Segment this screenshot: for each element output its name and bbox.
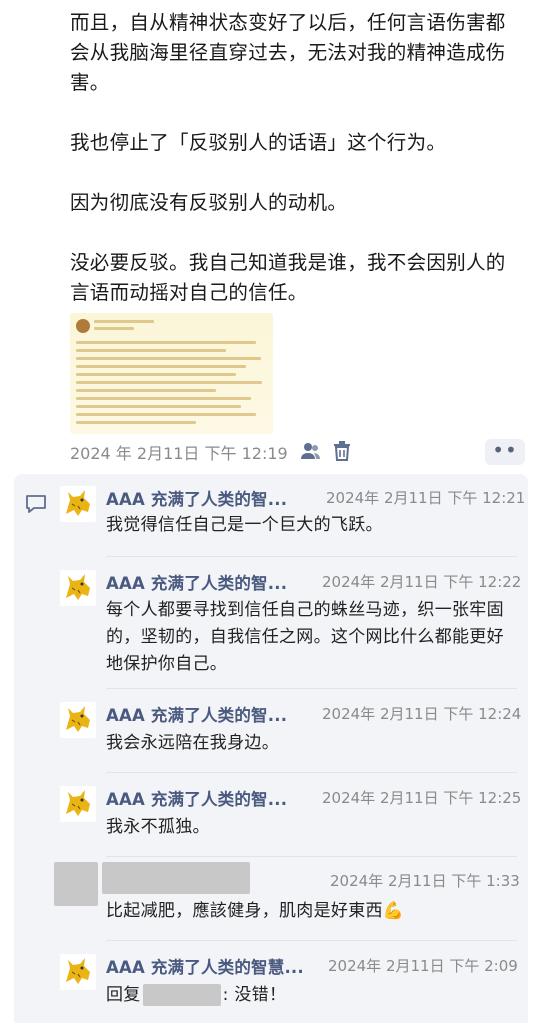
comment-divider [106, 856, 517, 857]
comment-author[interactable]: AAA 充满了人类的智... [106, 486, 287, 510]
comment-item[interactable]: AAA 充满了人类的智... 2024年 2月11日 下午 12:22 每个人都… [60, 570, 522, 680]
post-paragraph: 因为彻底没有反驳别人的动机。 [70, 191, 348, 214]
comment-author[interactable]: AAA 充满了人类的智慧... [106, 954, 304, 978]
moments-post: 而且，自从精神状态变好了以后，任何言语伤害都会从我脑海里径直穿过去，无法对我的精… [0, 0, 537, 470]
comment-author-redacted[interactable] [102, 862, 250, 894]
comment-time: 2024年 2月11日 下午 12:21 [326, 489, 526, 507]
reply-prefix: 回复 [106, 985, 141, 1005]
comment-divider [106, 688, 517, 689]
comment-time: 2024年 2月11日 下午 1:33 [330, 872, 520, 890]
comment-text: 我会永远陪在我身边。 [106, 733, 279, 753]
more-dots-icon[interactable]: •• [485, 439, 525, 465]
reply-target-redacted[interactable] [142, 984, 221, 1006]
comment-divider [106, 772, 517, 773]
reply-text: : 没错！ [222, 985, 287, 1005]
thumbnail-avatar [76, 319, 90, 333]
comment-time: 2024年 2月11日 下午 12:22 [322, 573, 522, 591]
comment-time: 2024年 2月11日 下午 2:09 [328, 957, 518, 975]
comment-divider [106, 940, 517, 941]
comment-text: 我觉得信任自己是一个巨大的飞跃。 [106, 515, 383, 535]
comment-bubble-icon [25, 494, 47, 518]
comment-text: 每个人都要寻找到信任自己的蛛丝马迹，织一张牢固的，坚韧的，自我信任之网。这个网比… [106, 600, 504, 674]
comment-item[interactable]: AAA 充满了人类的智... 2024年 2月11日 下午 12:24 我会永远… [60, 702, 522, 762]
comment-item[interactable]: AAA 充满了人类的智... 2024年 2月11日 下午 12:21 我觉得信… [60, 486, 526, 546]
post-paragraph: 没必要反驳。我自己知道我是谁，我不会因别人的言语而动摇对自己的信任。 [70, 251, 506, 304]
post-paragraph: 我也停止了「反驳别人的话语」这个行为。 [70, 131, 447, 154]
avatar[interactable] [60, 702, 96, 738]
comment-author[interactable]: AAA 充满了人类的智... [106, 702, 287, 726]
avatar[interactable] [60, 570, 96, 606]
post-paragraph: 而且，自从精神状态变好了以后，任何言语伤害都会从我脑海里径直穿过去，无法对我的精… [70, 11, 506, 94]
comment-author[interactable]: AAA 充满了人类的智... [106, 570, 287, 594]
avatar[interactable] [60, 954, 96, 990]
avatar[interactable] [60, 786, 96, 822]
avatar[interactable] [60, 486, 96, 522]
post-image-thumbnail[interactable] [70, 313, 273, 434]
privacy-people-icon[interactable] [300, 440, 322, 466]
delete-trash-icon[interactable] [332, 440, 352, 466]
comment-text: 我永不孤独。 [106, 817, 210, 837]
comment-item[interactable]: AAA 充满了人类的智... 2024年 2月11日 下午 12:25 我永不孤… [60, 786, 522, 846]
comment-item[interactable]: AAA 充满了人类的智慧... 2024年 2月11日 下午 2:09 回复 : … [60, 954, 522, 1014]
post-timestamp: 2024 年 2月11日 下午 12:19 [70, 444, 288, 463]
avatar[interactable] [54, 862, 98, 906]
comment-divider [106, 556, 517, 557]
comment-text: 回复 : 没错！ [106, 982, 518, 1009]
comment-time: 2024年 2月11日 下午 12:24 [322, 705, 522, 723]
comment-time: 2024年 2月11日 下午 12:25 [322, 789, 522, 807]
comment-item[interactable]: 2024年 2月11日 下午 1:33 比起减肥，應該健身，肌肉是好東西💪 [54, 862, 522, 932]
comment-author[interactable]: AAA 充满了人类的智... [106, 786, 287, 810]
comment-text: 比起减肥，應該健身，肌肉是好東西💪 [106, 901, 405, 921]
